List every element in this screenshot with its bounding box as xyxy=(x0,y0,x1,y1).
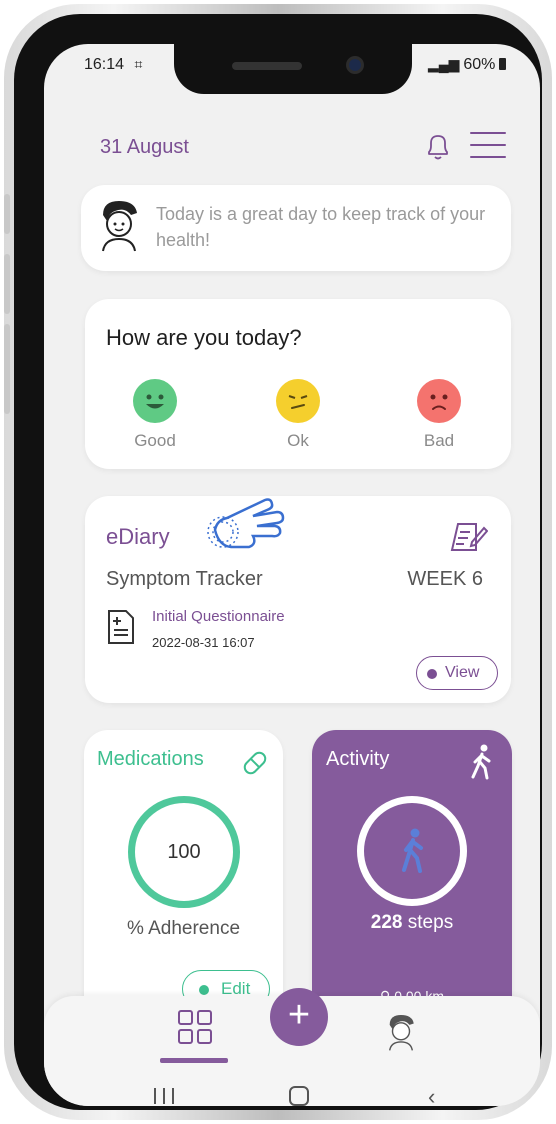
status-time: 16:14 ⌗ xyxy=(84,56,143,73)
avatar xyxy=(95,197,143,258)
phone-frame: 16:14 ⌗ ▂▄▆ 60% 31 August Today is a gre… xyxy=(4,4,552,1120)
app-screen: 16:14 ⌗ ▂▄▆ 60% 31 August Today is a gre… xyxy=(44,44,540,1106)
steps-count: 228 steps xyxy=(370,912,454,933)
questionnaire-datetime: 2022-08-31 16:07 xyxy=(152,635,255,650)
document-icon xyxy=(106,608,136,651)
mood-label: Bad xyxy=(423,431,455,450)
ediary-title: eDiary xyxy=(106,524,170,549)
volume-down-button xyxy=(4,254,10,314)
activity-title: Activity xyxy=(326,748,390,770)
adherence-label: % Adherence xyxy=(126,918,241,939)
camera-notch xyxy=(174,44,412,94)
system-navigation-bar: ‹ xyxy=(44,1084,540,1106)
activity-card[interactable]: Activity 228 steps ⚲0.00 km xyxy=(312,730,512,1030)
menu-icon[interactable] xyxy=(470,132,506,160)
edit-note-icon xyxy=(450,520,489,561)
walking-icon xyxy=(469,744,495,785)
side-button xyxy=(4,324,10,414)
mood-ok-button[interactable]: Ok xyxy=(258,379,338,451)
mood-card: How are you today? Good Ok Bad xyxy=(85,299,511,469)
recent-apps-icon[interactable] xyxy=(154,1088,174,1104)
bell-icon[interactable] xyxy=(424,132,452,167)
medications-title: Medications xyxy=(97,748,204,770)
header-date: 31 August xyxy=(100,136,189,158)
questionnaire-link[interactable]: Initial Questionnaire xyxy=(152,608,285,625)
neutral-face-icon xyxy=(276,379,320,423)
active-tab-indicator xyxy=(160,1058,228,1063)
medications-card[interactable]: Medications 100 % Adherence Edit xyxy=(84,730,283,1022)
dashboard-grid-icon[interactable] xyxy=(178,1010,212,1049)
ediary-week: WEEK 6 xyxy=(407,568,483,590)
tip-text: Today is a great day to keep track of yo… xyxy=(156,204,486,250)
signal-icon: ▂▄▆ xyxy=(428,56,460,72)
ediary-card[interactable]: eDiary Symptom Tracker WEEK 6 Initial Qu… xyxy=(85,496,511,703)
volume-up-button xyxy=(4,194,10,234)
home-icon[interactable] xyxy=(289,1086,309,1106)
back-icon[interactable]: ‹ xyxy=(428,1084,435,1106)
profile-avatar-icon[interactable] xyxy=(384,1010,418,1059)
hand-pointer-icon xyxy=(205,490,295,559)
walking-person-icon xyxy=(398,827,428,880)
smile-face-icon xyxy=(133,379,177,423)
ediary-subtitle: Symptom Tracker xyxy=(106,568,263,590)
pill-icon xyxy=(240,748,270,783)
notification-icon: ⌗ xyxy=(134,56,143,72)
mood-bad-button[interactable]: Bad xyxy=(399,379,479,451)
add-button[interactable]: + xyxy=(270,988,328,1046)
phone-bezel: 16:14 ⌗ ▂▄▆ 60% 31 August Today is a gre… xyxy=(14,14,542,1110)
steps-ring xyxy=(357,796,467,906)
mood-good-button[interactable]: Good xyxy=(115,379,195,451)
mood-label: Good xyxy=(134,431,176,450)
view-button[interactable]: View xyxy=(416,656,498,690)
tip-card: Today is a great day to keep track of yo… xyxy=(81,185,511,271)
adherence-ring: 100 xyxy=(128,796,240,908)
sad-face-icon xyxy=(417,379,461,423)
mood-title: How are you today? xyxy=(106,325,302,350)
mood-label: Ok xyxy=(287,431,309,450)
battery-icon xyxy=(499,58,507,70)
status-signal: ▂▄▆ 60% xyxy=(428,56,507,74)
